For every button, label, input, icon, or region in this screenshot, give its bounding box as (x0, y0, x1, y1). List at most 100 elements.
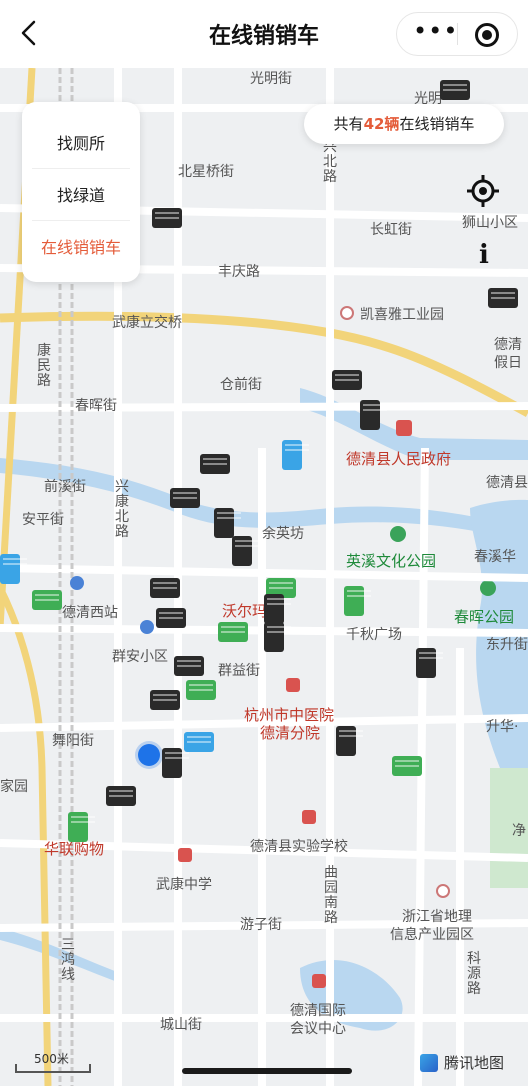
road-label: 康民路 (37, 343, 51, 389)
place-label: 德清县实验学校 (250, 839, 348, 855)
menu-item-online-cart[interactable]: 在线销销车 (22, 234, 140, 258)
cart-marker-icon[interactable] (332, 370, 362, 390)
cart-marker-icon[interactable] (264, 594, 291, 624)
cart-marker-icon[interactable] (488, 288, 518, 308)
place-label: 东升街 (486, 637, 528, 653)
place-label: 千秋广场 (346, 627, 402, 643)
online-count-badge: 共有42辆在线销销车 (304, 104, 504, 144)
road-label: 科源路 (467, 951, 481, 997)
cart-marker-icon[interactable] (392, 756, 422, 776)
cart-marker-icon[interactable] (174, 656, 204, 676)
road-label: 安平街 (22, 512, 64, 528)
mini-program-capsule: ••• (396, 12, 518, 56)
cart-marker-icon[interactable] (150, 690, 180, 710)
close-target-icon[interactable] (475, 23, 499, 47)
brand-label: 腾讯地图 (444, 1054, 505, 1072)
count-value: 42辆 (363, 115, 400, 133)
poi-marker-icon (340, 306, 354, 320)
hospital-icon (286, 678, 300, 692)
menu-item-toilet[interactable]: 找厕所 (22, 130, 140, 154)
road-label: 武康立交桥 (112, 315, 182, 331)
place-label: 凯喜雅工业园 (360, 307, 444, 323)
capsule-divider (457, 23, 458, 45)
place-label: 狮山小区 (462, 215, 518, 231)
road-label: 丰庆路 (218, 264, 260, 280)
cart-marker-icon[interactable] (170, 488, 200, 508)
cart-marker-icon[interactable] (32, 590, 62, 610)
road-label: 前溪街 (44, 479, 86, 495)
school-icon (302, 810, 316, 824)
place-label: 英溪文化公园 (346, 552, 437, 570)
road-label: 春晖街 (75, 398, 117, 414)
cart-marker-icon[interactable] (162, 748, 189, 778)
station-icon (70, 576, 84, 590)
cart-marker-icon[interactable] (218, 622, 248, 642)
category-menu: 找厕所 找绿道 在线销销车 (22, 102, 140, 282)
cart-marker-icon[interactable] (68, 812, 95, 842)
info-icon[interactable]: i (474, 240, 494, 270)
home-indicator (182, 1068, 352, 1074)
place-label: 家园 (0, 779, 28, 795)
more-icon[interactable]: ••• (413, 17, 458, 45)
road-label: 长虹街 (370, 222, 412, 238)
cart-marker-icon[interactable] (360, 400, 387, 430)
cart-marker-icon[interactable] (440, 80, 470, 100)
cart-marker-icon[interactable] (106, 786, 136, 806)
road-label: 兴北路 (323, 139, 337, 185)
cart-marker-icon[interactable] (0, 554, 27, 584)
road-label: 余英坊 (262, 526, 304, 542)
road-label: 游子街 (240, 917, 282, 933)
place-label: 德清分院 (260, 724, 321, 742)
road-label: 曲园南路 (324, 865, 338, 926)
road-label: 三鸿线 (61, 937, 75, 983)
place-label: 群安小区 (112, 649, 168, 665)
cart-marker-icon[interactable] (264, 622, 291, 652)
place-label: 德清国际 (290, 1003, 346, 1019)
place-label: 春溪华 (474, 549, 516, 565)
school-icon (178, 848, 192, 862)
place-label: 德清县 (486, 475, 528, 491)
residential-icon (140, 620, 154, 634)
place-label: 净 (512, 823, 526, 839)
road-label: 舞阳街 (52, 733, 94, 749)
cart-marker-icon[interactable] (156, 608, 186, 628)
cart-marker-icon[interactable] (150, 578, 180, 598)
road-label: 城山街 (160, 1017, 202, 1033)
cart-marker-icon[interactable] (186, 680, 216, 700)
locate-icon[interactable] (466, 174, 500, 208)
cart-marker-icon[interactable] (214, 508, 241, 538)
road-label: 仓前街 (220, 377, 262, 393)
place-label: 春晖公园 (454, 608, 515, 626)
place-label: 德清县人民政府 (346, 450, 452, 468)
title-bar: 在线销销车 ••• (0, 0, 528, 68)
cart-marker-icon[interactable] (416, 648, 443, 678)
tencent-map-logo-icon (420, 1054, 438, 1072)
venue-icon (312, 974, 326, 988)
scale-label: 500米 (34, 1052, 69, 1066)
place-label: 浙江省地理 (402, 909, 472, 925)
place-label: 升华· (486, 719, 519, 735)
place-label: 信息产业园区 (390, 927, 474, 943)
menu-item-greenway[interactable]: 找绿道 (22, 182, 140, 206)
road-label: 兴康北路 (115, 479, 129, 540)
cart-marker-icon[interactable] (336, 726, 363, 756)
cart-marker-icon[interactable] (232, 536, 259, 566)
menu-divider (32, 168, 130, 169)
road-label: 群益街 (218, 663, 260, 679)
place-label: 德清西站 (62, 605, 118, 621)
place-label: 会议中心 (290, 1021, 346, 1037)
road-label: 光明街 (250, 71, 292, 87)
place-label: 武康中学 (156, 877, 212, 893)
cart-marker-icon[interactable] (282, 440, 309, 470)
place-label: 假日 (494, 355, 522, 371)
cart-marker-icon[interactable] (184, 732, 214, 752)
count-prefix: 共有 (333, 115, 364, 133)
cart-marker-icon[interactable] (344, 586, 371, 616)
cart-marker-icon[interactable] (152, 208, 182, 228)
government-icon (396, 420, 412, 436)
poi-marker-icon (436, 884, 450, 898)
place-label: 沃尔玛 (222, 602, 268, 620)
place-label: 德清 (494, 337, 522, 353)
current-location-icon (138, 744, 160, 766)
cart-marker-icon[interactable] (200, 454, 230, 474)
